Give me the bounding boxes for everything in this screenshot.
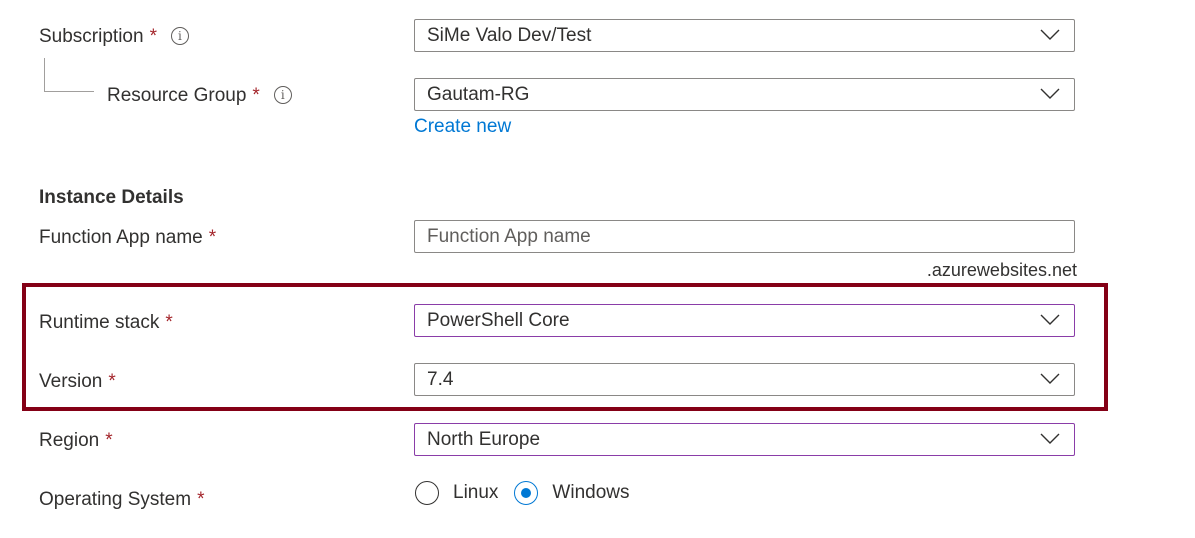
version-value: 7.4 [427,369,454,390]
create-new-link[interactable]: Create new [414,116,511,138]
radio-label: Windows [552,482,630,503]
section-title-instance-details: Instance Details [39,187,184,208]
chevron-down-icon [1040,314,1060,325]
subscription-label: Subscription * i [39,25,189,49]
resource-group-label: Resource Group * i [107,84,292,108]
chevron-down-icon [1040,433,1060,444]
function-app-name-label: Function App name * [39,226,216,250]
chevron-down-icon [1040,88,1060,99]
operating-system-label-text: Operating System [39,489,192,510]
required-asterisk: * [197,489,205,510]
required-asterisk: * [165,312,173,333]
function-app-name-placeholder: Function App name [427,226,591,247]
runtime-stack-dropdown[interactable]: PowerShell Core [414,304,1075,337]
version-label-text: Version [39,371,103,392]
required-asterisk: * [149,26,157,47]
function-app-name-input[interactable]: Function App name [414,220,1075,253]
region-dropdown[interactable]: North Europe [414,423,1075,456]
resource-group-label-text: Resource Group [107,85,247,106]
region-label: Region * [39,429,113,453]
runtime-stack-label: Runtime stack * [39,311,173,335]
region-value: North Europe [427,429,541,450]
subscription-value: SiMe Valo Dev/Test [427,25,592,46]
operating-system-label: Operating System * [39,488,204,512]
radio-windows[interactable]: Windows [514,481,630,505]
info-icon[interactable]: i [273,86,292,104]
resource-group-dropdown[interactable]: Gautam-RG [414,78,1075,111]
radio-circle-checked[interactable] [514,481,539,505]
version-dropdown[interactable]: 7.4 [414,363,1075,396]
function-app-name-label-text: Function App name [39,227,203,248]
version-label: Version * [39,370,116,394]
info-icon[interactable]: i [170,27,189,45]
domain-suffix: .azurewebsites.net [926,260,1077,280]
runtime-stack-label-text: Runtime stack [39,312,160,333]
required-asterisk: * [108,371,116,392]
resource-group-value: Gautam-RG [427,84,530,105]
required-asterisk: * [105,430,113,451]
region-label-text: Region [39,430,100,451]
runtime-stack-value: PowerShell Core [427,310,570,331]
chevron-down-icon [1040,29,1060,40]
tree-connector [44,58,94,92]
required-asterisk: * [208,227,217,248]
radio-label: Linux [453,482,499,503]
subscription-label-text: Subscription [39,26,144,47]
radio-linux[interactable]: Linux [415,481,498,505]
radio-circle-unchecked[interactable] [415,481,439,505]
subscription-dropdown[interactable]: SiMe Valo Dev/Test [414,19,1075,52]
operating-system-radio-group: Linux Windows [415,481,646,505]
required-asterisk: * [252,85,260,106]
chevron-down-icon [1040,373,1060,384]
